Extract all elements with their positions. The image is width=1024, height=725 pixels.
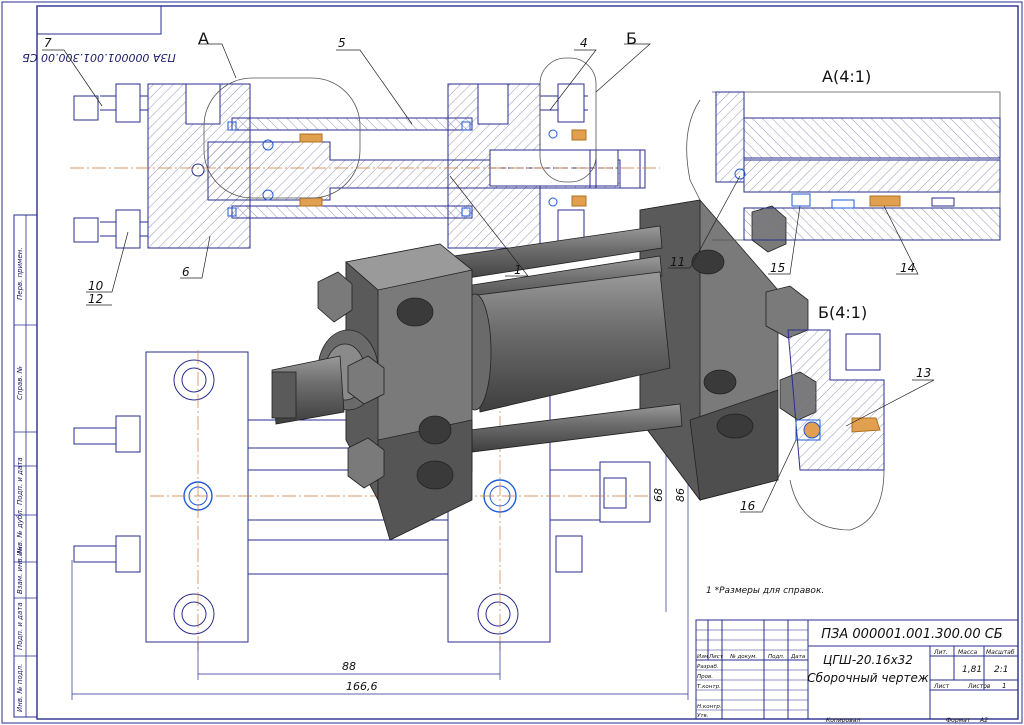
tb-h-izm: Изм xyxy=(697,654,708,660)
stamp-label-5: Взам. инв. № xyxy=(16,546,24,594)
tb-h-doc: № докум. xyxy=(729,654,757,660)
tb-name-line2: Сборочный чертеж xyxy=(807,671,929,685)
dimension-166-6: 166,6 xyxy=(346,680,378,693)
callout-4: 4 xyxy=(580,36,588,50)
tb-name-line1: ЦГШ-20.16х32 xyxy=(823,653,913,667)
tb-scale-label: Масштаб xyxy=(986,649,1015,656)
detail-a-title: А(4:1) xyxy=(822,67,871,86)
section-mark-a: А xyxy=(198,29,209,48)
tb-role-tcontrol: Т.контр. xyxy=(697,684,721,690)
callout-14: 14 xyxy=(900,261,915,275)
callout-15: 15 xyxy=(770,261,785,275)
title-block-text: ПЗА 000001.001.300.00 СБ ЦГШ-20.16х32 Сб… xyxy=(697,627,1015,724)
stamp-label-3: Подп. и дата xyxy=(16,457,24,505)
callout-6: 6 xyxy=(182,265,190,279)
dimension-68: 68 xyxy=(652,488,665,502)
side-stamp: Перв. примен. Справ. № Подп. и дата Инв.… xyxy=(13,214,38,718)
callout-11: 11 xyxy=(670,255,685,269)
tb-copied-label: Копировал xyxy=(826,717,860,724)
callout-10: 10 xyxy=(88,279,104,293)
callout-1: 1 xyxy=(514,263,522,277)
callout-7: 7 xyxy=(44,36,52,50)
tb-scale-value: 2:1 xyxy=(994,665,1008,675)
tb-lit-label: Лит. xyxy=(933,649,948,656)
tb-format-label: Формат xyxy=(946,717,971,724)
callout-5: 5 xyxy=(338,36,346,50)
rotated-code-box: ПЗА 000001.001.300.00 СБ xyxy=(22,5,176,64)
tb-mass-label: Масса xyxy=(958,649,977,656)
detail-view-a xyxy=(686,91,1001,241)
stamp-label-2: Справ. № xyxy=(16,366,24,400)
section-view xyxy=(70,57,660,249)
callout-16: 16 xyxy=(740,499,756,513)
section-mark-b: Б xyxy=(626,29,637,48)
detail-view-b xyxy=(787,329,885,531)
tb-sheets-value: 1 xyxy=(1002,682,1006,690)
stamp-label-7: Инв. № подл. xyxy=(16,664,24,712)
tb-h-list: Лист xyxy=(708,654,724,660)
stamp-label-1: Перв. примен. xyxy=(16,247,24,300)
stamp-label-6: Подп. и дата xyxy=(16,602,24,650)
rotated-doc-code: ПЗА 000001.001.300.00 СБ xyxy=(22,51,176,64)
tb-h-sign: Подп. xyxy=(768,654,785,660)
tb-mass-value: 1,81 xyxy=(962,665,982,675)
tb-h-date: Дата xyxy=(790,654,806,660)
assembly-drawing-sheet: ПЗА 000001.001.300.00 СБ Перв. примен. С… xyxy=(1,1,1023,724)
tb-sheet-label: Лист xyxy=(933,683,950,690)
detail-b-title: Б(4:1) xyxy=(818,303,867,322)
tb-role-checker: Пров. xyxy=(697,674,713,680)
technical-note: 1 *Размеры для справок. xyxy=(706,586,824,596)
tb-doc-code: ПЗА 000001.001.300.00 СБ xyxy=(821,627,1003,642)
tb-role-developer: Разраб. xyxy=(697,664,719,670)
tb-format-value: А2 xyxy=(979,717,988,724)
callout-13: 13 xyxy=(916,366,931,380)
dimension-86: 86 xyxy=(674,488,687,502)
dimension-88: 88 xyxy=(342,660,356,673)
callout-12: 12 xyxy=(88,292,103,306)
tb-sheets-label: Листов xyxy=(967,683,991,690)
tb-role-ncontrol: Н.контр. xyxy=(697,704,722,710)
tb-role-approved: Утв. xyxy=(697,713,709,719)
